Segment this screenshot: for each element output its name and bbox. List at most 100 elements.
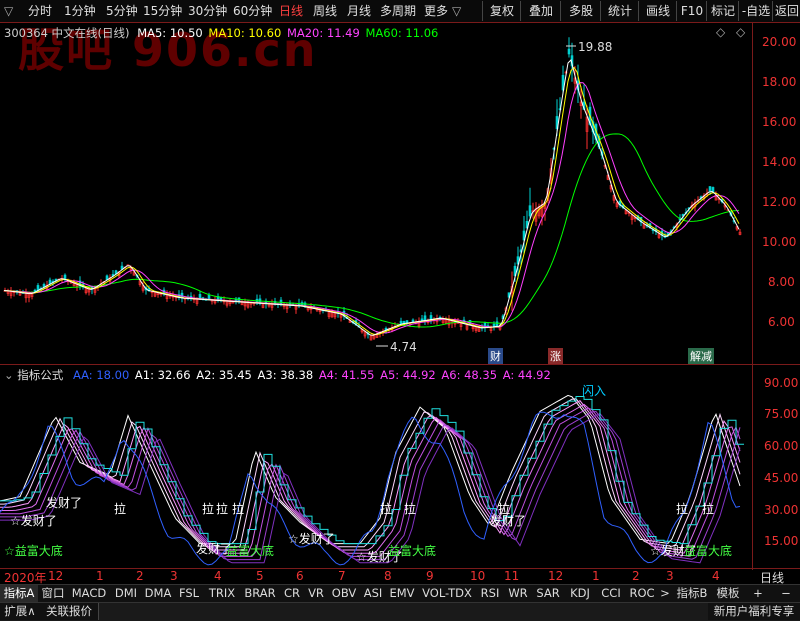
- a4-value: A4: 41.55: [318, 368, 375, 382]
- related-quotes-button[interactable]: 关联报价: [40, 603, 99, 620]
- signal-yi-fu-bottom: ☆益富大底: [4, 544, 63, 558]
- multi-stock-button[interactable]: 多股: [560, 1, 601, 21]
- signal-la: 拉: [404, 502, 417, 516]
- indicator-tick: 60.00: [764, 439, 799, 453]
- time-label: 11: [504, 569, 520, 583]
- add-pane-button[interactable]: +: [744, 585, 773, 602]
- price-tick: 14.00: [762, 155, 797, 169]
- statistics-button[interactable]: 统计: [600, 1, 639, 21]
- indicator-name[interactable]: 指标公式: [17, 368, 63, 382]
- tab-emv[interactable]: EMV: [386, 585, 419, 602]
- tab-dmi[interactable]: DMI: [110, 585, 143, 602]
- time-label: 12: [548, 569, 564, 583]
- time-label: 2: [136, 569, 144, 583]
- signal-fu-di: 益富大底: [226, 544, 275, 558]
- indicator-tick: 45.00: [764, 471, 799, 485]
- low-price-label: 4.74: [390, 340, 417, 354]
- time-label: 2: [632, 569, 640, 583]
- time-label: 3: [170, 569, 178, 583]
- expand-button[interactable]: 扩展∧: [0, 603, 41, 620]
- pane-divider: [0, 364, 800, 365]
- remove-pane-button[interactable]: −: [772, 585, 800, 602]
- signal-shan-ru: 闪入: [582, 384, 607, 398]
- time-label: 6: [296, 569, 304, 583]
- tab-scroll-right[interactable]: >: [658, 585, 673, 602]
- indicator-chart[interactable]: [0, 382, 752, 568]
- candle-body: [429, 315, 433, 320]
- tab-cr[interactable]: CR: [280, 585, 305, 602]
- a3-value: A3: 38.38: [257, 368, 314, 382]
- bottom-bar: 扩展∧ 关联报价 新用户福利专享: [0, 602, 800, 621]
- candle-body: [423, 315, 427, 321]
- unlock-event-marker[interactable]: 解减: [688, 348, 714, 364]
- tab-monthly[interactable]: 月线: [347, 0, 371, 22]
- tab-rsi[interactable]: RSI: [476, 585, 505, 602]
- indicator-tick: 90.00: [764, 376, 799, 390]
- time-label: 1: [96, 569, 104, 583]
- tab-roc[interactable]: ROC: [626, 585, 659, 602]
- a6-value: A6: 48.35: [441, 368, 498, 382]
- tab-macd[interactable]: MACD: [68, 585, 111, 602]
- axis-divider: [752, 22, 753, 570]
- tab-vr[interactable]: VR: [304, 585, 329, 602]
- tab-window[interactable]: 窗口: [38, 585, 69, 602]
- a5-value: A5: 44.92: [380, 368, 436, 382]
- tab-trix[interactable]: TRIX: [204, 585, 241, 602]
- time-label: 10: [470, 569, 486, 583]
- tab-more[interactable]: 更多: [424, 0, 448, 22]
- time-label: 3: [666, 569, 674, 583]
- time-label: 9: [426, 569, 434, 583]
- signal-fu-di: 益富大底: [684, 544, 733, 558]
- candle-body: [399, 320, 403, 325]
- high-price-label: 19.88: [578, 40, 613, 54]
- new-user-promo-link[interactable]: 新用户福利专享: [708, 603, 800, 620]
- rise-event-marker[interactable]: 涨: [548, 348, 563, 364]
- price-tick: 12.00: [762, 195, 797, 209]
- more-dropdown-icon[interactable]: ▽: [452, 0, 461, 22]
- signal-la: 拉: [232, 502, 245, 516]
- time-label: 8: [384, 569, 392, 583]
- remove-watchlist-button[interactable]: -自选: [738, 1, 773, 21]
- tab-indicator-b[interactable]: 指标B: [672, 585, 713, 602]
- tab-kdj[interactable]: KDJ: [564, 585, 597, 602]
- a1-value: A1: 32.66: [134, 368, 191, 382]
- tab-indicator-a[interactable]: 指标A: [0, 585, 39, 602]
- finance-event-marker[interactable]: 财: [488, 348, 503, 364]
- tab-asi[interactable]: ASI: [360, 585, 387, 602]
- tab-template[interactable]: 模板: [712, 585, 745, 602]
- tab-obv[interactable]: OBV: [328, 585, 361, 602]
- tab-brar[interactable]: BRAR: [240, 585, 281, 602]
- indicator-tab-bar: 指标A 窗口 MACD DMI DMA FSL TRIX BRAR CR VR …: [0, 584, 800, 603]
- indicator-tick: 30.00: [764, 503, 799, 517]
- a-value: A: 44.92: [502, 368, 551, 382]
- signal-la: 拉: [202, 502, 215, 516]
- tab-sar[interactable]: SAR: [532, 585, 565, 602]
- signal-la: 拉: [702, 502, 715, 516]
- time-label: 1: [592, 569, 600, 583]
- candlestick-chart[interactable]: [0, 22, 752, 362]
- time-label: 4: [214, 569, 222, 583]
- back-button[interactable]: 返回: [772, 1, 800, 21]
- tab-multi-period[interactable]: 多周期: [380, 0, 416, 22]
- tab-vol-tdx[interactable]: VOL-TDX: [418, 585, 477, 602]
- price-tick: 10.00: [762, 235, 797, 249]
- indicator-tick: 15.00: [764, 534, 799, 548]
- indicator-line: [0, 394, 741, 545]
- indicator-line: [0, 407, 741, 557]
- price-tick: 6.00: [768, 315, 795, 329]
- a2-value: A2: 35.45: [196, 368, 252, 382]
- overlay-button[interactable]: 叠加: [520, 1, 561, 21]
- f10-button[interactable]: F10: [676, 1, 707, 21]
- tab-fsl[interactable]: FSL: [174, 585, 205, 602]
- dropdown-icon[interactable]: ▽: [4, 0, 13, 22]
- draw-line-button[interactable]: 画线: [638, 1, 677, 21]
- tab-dma[interactable]: DMA: [142, 585, 175, 602]
- tab-cci[interactable]: CCI: [596, 585, 627, 602]
- fuquan-button[interactable]: 复权: [482, 1, 521, 21]
- signal-la: 拉: [216, 502, 229, 516]
- mark-button[interactable]: 标记: [706, 1, 739, 21]
- tab-wr[interactable]: WR: [504, 585, 533, 602]
- indicator-collapse-icon[interactable]: ⌄: [4, 368, 14, 382]
- candle-body: [708, 186, 712, 192]
- aa-value: AA: 18.00: [72, 368, 130, 382]
